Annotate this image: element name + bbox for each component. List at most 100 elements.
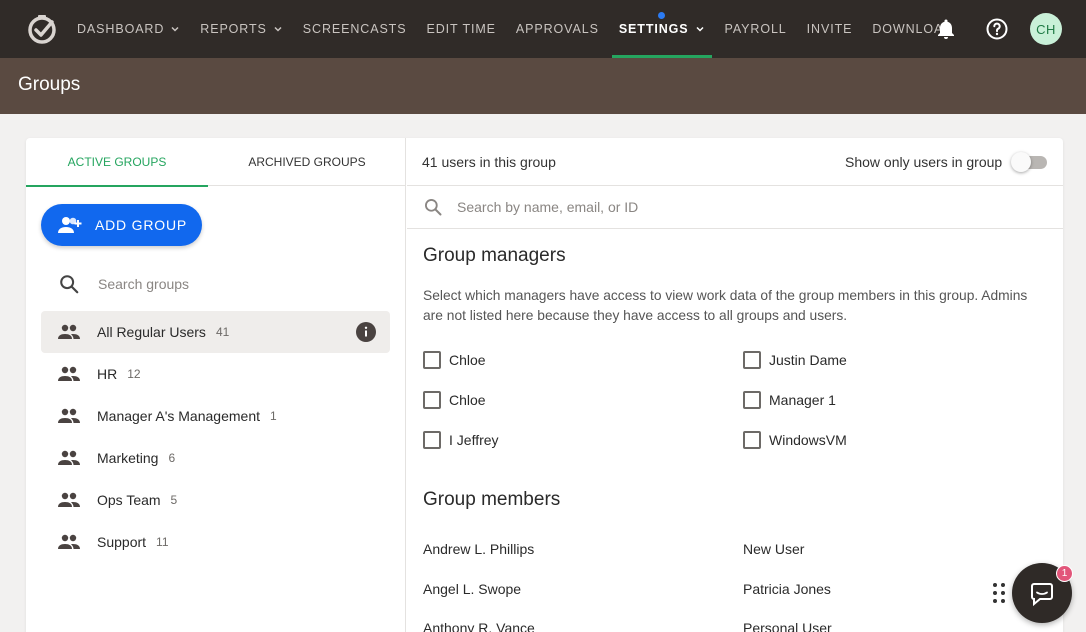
- groups-panel: ACTIVE GROUPS ARCHIVED GROUPS ADD GROUP …: [26, 138, 406, 632]
- group-name: All Regular Users: [97, 324, 206, 340]
- chat-icon: [1031, 583, 1053, 607]
- group-name: Manager A's Management: [97, 408, 260, 424]
- toggle-knob: [1011, 152, 1031, 172]
- group-name: Marketing: [97, 450, 159, 466]
- group-name: HR: [97, 366, 118, 382]
- checkbox[interactable]: [423, 351, 441, 369]
- bell-icon[interactable]: [934, 17, 958, 41]
- manager-name: WindowsVM: [769, 432, 847, 448]
- nav-approvals[interactable]: APPROVALS: [509, 0, 606, 58]
- search-icon: [425, 199, 442, 216]
- people-icon: [58, 324, 80, 339]
- add-group-button[interactable]: ADD GROUP: [41, 204, 202, 246]
- group-count: 1: [270, 409, 277, 423]
- add-group-icon: [58, 217, 82, 233]
- show-only-label: Show only users in group: [845, 154, 1003, 170]
- group-count: 6: [168, 451, 176, 465]
- manager-name: Justin Dame: [769, 352, 847, 368]
- nav-reports[interactable]: REPORTS: [193, 0, 290, 58]
- manager-name: Manager 1: [769, 392, 836, 408]
- nav-edit-time[interactable]: EDIT TIME: [419, 0, 502, 58]
- group-search: [58, 272, 378, 296]
- nav-payroll[interactable]: PAYROLL: [718, 0, 794, 58]
- main-menu: DASHBOARD REPORTS SCREENCASTS EDIT TIME …: [70, 0, 966, 58]
- manager-checkbox[interactable]: Manager 1: [743, 391, 836, 409]
- manager-checkbox[interactable]: I Jeffrey: [423, 431, 499, 449]
- chevron-down-icon: [696, 26, 704, 32]
- members-heading: Group members: [423, 489, 561, 510]
- nav-screencasts-label: SCREENCASTS: [302, 22, 407, 36]
- nav-reports-label: REPORTS: [200, 22, 267, 36]
- group-detail-header: 41 users in this group Show only users i…: [407, 138, 1063, 186]
- add-group-label: ADD GROUP: [95, 217, 187, 233]
- checkbox[interactable]: [743, 431, 761, 449]
- group-detail-panel: 41 users in this group Show only users i…: [407, 138, 1063, 632]
- nav-invite[interactable]: INVITE: [800, 0, 860, 58]
- nav-dashboard-label: DASHBOARD: [77, 22, 165, 36]
- checkbox[interactable]: [423, 431, 441, 449]
- user-count-text: 41 users in this group: [422, 154, 556, 170]
- group-item-hr[interactable]: HR 12: [41, 353, 390, 395]
- top-nav: DASHBOARD REPORTS SCREENCASTS EDIT TIME …: [0, 0, 1086, 58]
- member-name: New User: [743, 541, 805, 557]
- member-name: Anthony R. Vance: [423, 620, 535, 632]
- manager-checkbox[interactable]: Chloe: [423, 351, 486, 369]
- search-icon: [60, 275, 79, 294]
- group-list: All Regular Users 41 HR 12 Manager A's M…: [41, 311, 390, 563]
- member-name: Angel L. Swope: [423, 581, 522, 597]
- group-item-support[interactable]: Support 11: [41, 521, 390, 563]
- checkbox[interactable]: [743, 351, 761, 369]
- group-search-input[interactable]: [98, 276, 358, 292]
- group-item-marketing[interactable]: Marketing 6: [41, 437, 390, 479]
- tab-active-groups[interactable]: ACTIVE GROUPS: [26, 138, 208, 187]
- page-title: Groups: [18, 74, 81, 95]
- groups-card: ACTIVE GROUPS ARCHIVED GROUPS ADD GROUP …: [26, 138, 1063, 632]
- user-search: [407, 186, 1063, 229]
- manager-checkbox[interactable]: Justin Dame: [743, 351, 847, 369]
- group-item-manager-a-management[interactable]: Manager A's Management 1: [41, 395, 390, 437]
- group-name: Ops Team: [97, 492, 161, 508]
- group-count: 41: [215, 325, 230, 339]
- nav-dashboard[interactable]: DASHBOARD: [70, 0, 187, 58]
- user-avatar[interactable]: CH: [1030, 13, 1062, 45]
- help-icon[interactable]: [985, 17, 1009, 41]
- nav-settings-label: SETTINGS: [618, 22, 689, 36]
- manager-checkbox[interactable]: WindowsVM: [743, 431, 847, 449]
- nav-settings[interactable]: SETTINGS: [611, 0, 712, 58]
- group-count: 5: [170, 493, 178, 507]
- nav-approvals-label: APPROVALS: [515, 22, 599, 36]
- people-icon: [58, 408, 80, 423]
- checkbox[interactable]: [743, 391, 761, 409]
- group-count: 12: [127, 367, 141, 381]
- nav-invite-label: INVITE: [806, 22, 853, 36]
- notification-dot: [657, 12, 665, 19]
- manager-name: Chloe: [449, 352, 486, 368]
- drag-handle-icon[interactable]: [992, 582, 1006, 604]
- chevron-down-icon: [171, 26, 179, 32]
- group-item-all-regular-users[interactable]: All Regular Users 41: [41, 311, 390, 353]
- app-logo-icon[interactable]: [26, 13, 58, 45]
- chat-badge: 1: [1056, 565, 1073, 582]
- checkbox[interactable]: [423, 391, 441, 409]
- member-name: Andrew L. Phillips: [423, 541, 535, 557]
- manager-name: Chloe: [449, 392, 486, 408]
- nav-edit-time-label: EDIT TIME: [426, 22, 496, 36]
- people-icon: [58, 366, 80, 381]
- page-header: [0, 58, 1086, 114]
- managers-heading: Group managers: [423, 245, 566, 266]
- manager-name: I Jeffrey: [449, 432, 499, 448]
- show-only-toggle[interactable]: [1011, 152, 1047, 172]
- group-name: Support: [97, 534, 147, 550]
- group-tabs: ACTIVE GROUPS ARCHIVED GROUPS: [26, 138, 406, 187]
- chevron-down-icon: [274, 26, 282, 32]
- nav-screencasts[interactable]: SCREENCASTS: [296, 0, 414, 58]
- group-item-ops-team[interactable]: Ops Team 5: [41, 479, 390, 521]
- nav-payroll-label: PAYROLL: [724, 22, 787, 36]
- people-icon: [58, 534, 80, 549]
- manager-checkbox[interactable]: Chloe: [423, 391, 486, 409]
- user-search-input[interactable]: [457, 199, 1017, 215]
- tab-archived-groups[interactable]: ARCHIVED GROUPS: [208, 138, 406, 186]
- managers-description: Select which managers have access to vie…: [423, 288, 1028, 323]
- info-icon[interactable]: [356, 322, 376, 342]
- people-icon: [58, 450, 80, 465]
